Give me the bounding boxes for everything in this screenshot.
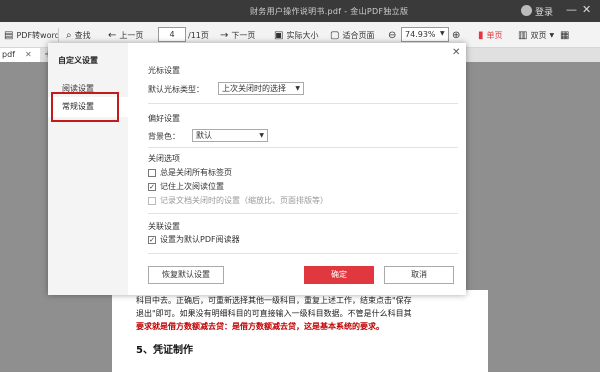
default-reader-checkbox[interactable]: ✓ xyxy=(148,235,156,244)
chevron-down-icon[interactable]: ▼ xyxy=(440,30,445,37)
doc-line: 科目中去。正确后，可重新选择其他一级科目，重复上述工作，结束点击"保存 xyxy=(136,296,412,305)
zoom-out-icon[interactable]: ⊖ xyxy=(388,28,396,42)
always-close-tabs-checkbox[interactable] xyxy=(148,168,156,177)
chevron-down-icon: ▼ xyxy=(549,31,555,39)
fit-page-label: 适合页面 xyxy=(342,30,375,40)
record-close-settings-label: 记录文档关闭时的设置（缩放比、页面排版等） xyxy=(160,196,328,205)
prev-page-label: 上一页 xyxy=(119,30,144,40)
default-reader-label: 设置为默认PDF阅读器 xyxy=(160,235,240,244)
close-options-section-title: 关闭选项 xyxy=(148,154,180,163)
remember-position-label: 记住上次阅读位置 xyxy=(160,182,224,191)
background-color-value: 默认 xyxy=(196,131,212,140)
remember-position-checkbox[interactable]: ✓ xyxy=(148,182,156,191)
ok-button[interactable]: 确定 xyxy=(304,266,374,284)
arrow-right-icon: → xyxy=(220,29,229,41)
actual-size-icon: ▣ xyxy=(274,29,284,41)
doc-line-highlight: 要求就是借方数额减去贷：是借方数额减去贷，这是基本系统的要求。 xyxy=(136,321,384,331)
record-close-settings-checkbox xyxy=(148,196,156,205)
document-tab-label: pdf xyxy=(2,50,15,59)
fit-page-icon: ▢ xyxy=(330,29,340,41)
remember-position-option[interactable]: ✓ 记住上次阅读位置 xyxy=(148,181,224,192)
pdf-to-word-button[interactable]: ▤ PDF转word xyxy=(4,28,60,42)
page-number-input[interactable]: 4 xyxy=(158,27,186,42)
settings-dialog: 自定义设置 阅读设置 常规设置 ✕ 光标设置 默认光标类型： 上次关闭时的选择 … xyxy=(48,43,466,295)
zoom-in-icon[interactable]: ⊕ xyxy=(452,28,460,42)
selection-highlight xyxy=(51,92,119,122)
section-divider xyxy=(148,147,458,148)
background-color-select[interactable]: 默认 ▼ xyxy=(192,129,268,142)
layout-grid-icon[interactable]: ▦ xyxy=(560,28,569,42)
dialog-close-icon[interactable]: ✕ xyxy=(452,47,460,58)
double-page-label: 双页 xyxy=(530,30,547,40)
single-page-icon: ▮ xyxy=(478,29,484,41)
default-cursor-select[interactable]: 上次关闭时的选择 ▼ xyxy=(218,82,304,95)
login-button[interactable]: 登录 xyxy=(535,5,553,18)
default-cursor-value: 上次关闭时的选择 xyxy=(222,84,286,93)
cursor-section-title: 光标设置 xyxy=(148,66,180,75)
double-page-icon: ▥ xyxy=(518,29,528,41)
document-tab[interactable]: pdf ✕ xyxy=(0,48,40,62)
background-color-label: 背景色： xyxy=(148,132,180,141)
next-page-label: 下一页 xyxy=(231,30,256,40)
prev-page-button[interactable]: ← 上一页 xyxy=(108,28,143,42)
chevron-down-icon: ▼ xyxy=(295,85,300,92)
find-button[interactable]: ⌕ 查找 xyxy=(66,28,91,42)
single-page-button[interactable]: ▮ 单页 xyxy=(478,28,503,42)
sidebar-title: 自定义设置 xyxy=(58,56,98,65)
restore-defaults-button[interactable]: 恢复默认设置 xyxy=(148,266,224,284)
tab-close-icon[interactable]: ✕ xyxy=(25,50,32,59)
arrow-left-icon: ← xyxy=(108,29,117,41)
actual-size-button[interactable]: ▣ 实际大小 xyxy=(274,28,318,42)
window-close-icon[interactable]: ✕ xyxy=(582,3,591,16)
find-label: 查找 xyxy=(74,30,91,40)
toolbar-divider xyxy=(58,28,59,42)
user-avatar-icon[interactable] xyxy=(521,5,532,16)
minimize-icon[interactable]: — xyxy=(566,3,577,16)
title-bar: 财务用户操作说明书.pdf - 金山PDF独立版 登录 — ✕ xyxy=(0,0,600,22)
doc-line: 退出"即可。如果没有明细科目的可直接输入一级科目数据。不管是什么科目其 xyxy=(136,309,412,318)
pdf-to-word-label: PDF转word xyxy=(16,30,60,40)
section-divider xyxy=(148,253,458,254)
settings-sidebar: 自定义设置 阅读设置 常规设置 xyxy=(48,43,128,295)
doc-heading: 5、凭证制作 xyxy=(136,345,193,356)
pdf-word-icon: ▤ xyxy=(4,29,14,41)
section-divider xyxy=(148,103,458,104)
window-title: 财务用户操作说明书.pdf - 金山PDF独立版 xyxy=(250,7,409,16)
single-page-label: 单页 xyxy=(486,30,503,40)
double-page-button[interactable]: ▥ 双页 ▼ xyxy=(518,28,554,42)
cancel-button[interactable]: 取消 xyxy=(384,266,454,284)
next-page-button[interactable]: → 下一页 xyxy=(220,28,255,42)
chevron-down-icon: ▼ xyxy=(259,132,264,139)
default-reader-option[interactable]: ✓ 设置为默认PDF阅读器 xyxy=(148,234,240,245)
document-page: 科目中去。正确后，可重新选择其他一级科目，重复上述工作，结束点击"保存 退出"即… xyxy=(112,290,488,372)
always-close-tabs-option[interactable]: 总是关闭所有标签页 xyxy=(148,167,232,178)
association-section-title: 关联设置 xyxy=(148,222,180,231)
default-cursor-label: 默认光标类型： xyxy=(148,85,204,94)
record-close-settings-option: 记录文档关闭时的设置（缩放比、页面排版等） xyxy=(148,195,328,206)
section-divider xyxy=(148,213,458,214)
actual-size-label: 实际大小 xyxy=(286,30,319,40)
search-icon: ⌕ xyxy=(66,29,72,41)
fit-page-button[interactable]: ▢ 适合页面 xyxy=(330,28,374,42)
page-total: /11页 xyxy=(188,31,209,40)
always-close-tabs-label: 总是关闭所有标签页 xyxy=(160,168,232,177)
preference-section-title: 偏好设置 xyxy=(148,114,180,123)
